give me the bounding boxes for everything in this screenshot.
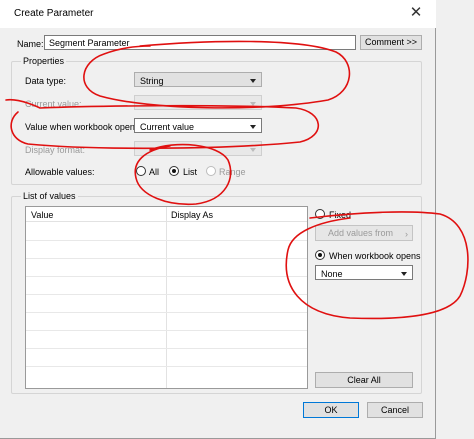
display-format-dropdown[interactable] xyxy=(134,141,262,156)
list-of-values-group-title: List of values xyxy=(21,191,78,201)
column-header-display-as: Display As xyxy=(171,210,214,220)
name-label: Name: xyxy=(17,39,44,49)
column-divider xyxy=(166,207,167,388)
properties-group-title: Properties xyxy=(21,56,67,66)
value-when-opens-label: Value when workbook opens: xyxy=(25,122,142,132)
radio-fixed[interactable] xyxy=(315,209,325,219)
comment-button[interactable]: Comment >> xyxy=(360,35,422,50)
close-icon[interactable]: ✕ xyxy=(405,4,427,22)
grid-row-line xyxy=(26,294,307,295)
radio-range[interactable] xyxy=(206,166,216,176)
grid-row-line xyxy=(26,330,307,331)
radio-range-label: Range xyxy=(219,167,246,177)
value-when-opens-dropdown[interactable]: Current value xyxy=(134,118,262,133)
value-when-opens-value: Current value xyxy=(140,122,195,132)
cancel-button[interactable]: Cancel xyxy=(367,402,423,418)
column-header-value: Value xyxy=(31,210,54,220)
chevron-down-icon xyxy=(250,102,256,106)
current-value-label: Current value: xyxy=(25,99,82,109)
current-value-dropdown[interactable] xyxy=(134,95,262,110)
title-bar: Create Parameter ✕ xyxy=(0,0,436,28)
workbook-open-source-dropdown[interactable]: None xyxy=(315,265,413,280)
values-grid[interactable]: Value Display As xyxy=(25,206,308,389)
allowable-values-label: Allowable values: xyxy=(25,167,95,177)
ok-button[interactable]: OK xyxy=(303,402,359,418)
data-type-dropdown[interactable]: String xyxy=(134,72,262,87)
data-type-value: String xyxy=(140,76,164,86)
chevron-down-icon xyxy=(250,148,256,152)
name-input[interactable]: Segment Parameter xyxy=(44,35,356,50)
radio-all[interactable] xyxy=(136,166,146,176)
grid-row-line xyxy=(26,276,307,277)
add-values-from-button[interactable]: Add values from › xyxy=(315,225,413,241)
radio-when-workbook-opens[interactable] xyxy=(315,250,325,260)
data-type-label: Data type: xyxy=(25,76,67,86)
add-values-from-label: Add values from xyxy=(328,228,394,238)
radio-fixed-label: Fixed xyxy=(329,210,352,220)
radio-when-workbook-opens-label: When workbook opens xyxy=(329,251,421,261)
grid-row-line xyxy=(26,240,307,241)
grid-row-line xyxy=(26,366,307,367)
chevron-down-icon xyxy=(250,125,256,129)
radio-list[interactable] xyxy=(169,166,179,176)
chevron-right-icon: › xyxy=(405,229,408,239)
grid-row-line xyxy=(26,348,307,349)
radio-list-label: List xyxy=(183,167,198,177)
grid-row-line xyxy=(26,312,307,313)
name-input-value: Segment Parameter xyxy=(49,38,130,48)
chevron-down-icon xyxy=(250,79,256,83)
display-format-label: Display format: xyxy=(25,145,86,155)
grid-row-line xyxy=(26,258,307,259)
clear-all-button[interactable]: Clear All xyxy=(315,372,413,388)
workbook-open-source-value: None xyxy=(321,269,343,279)
create-parameter-dialog: Create Parameter ✕ Name: Segment Paramet… xyxy=(0,0,436,439)
radio-all-label: All xyxy=(149,167,160,177)
window-title: Create Parameter xyxy=(14,8,94,19)
chevron-down-icon xyxy=(401,272,407,276)
